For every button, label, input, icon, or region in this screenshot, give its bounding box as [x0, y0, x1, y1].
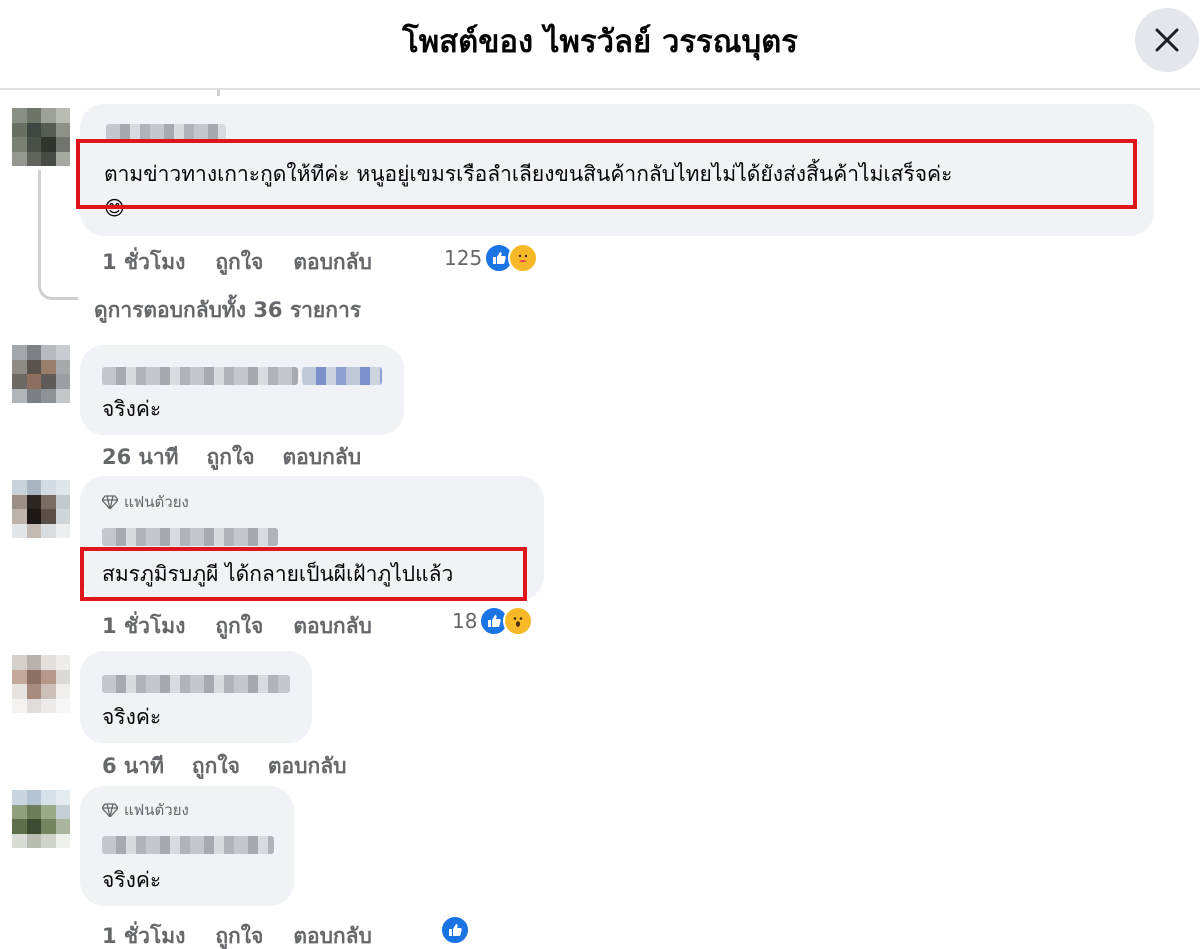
reaction-count: 18 [452, 609, 478, 633]
comment-time[interactable]: 1 ชั่วโมง [102, 920, 185, 949]
comment-text: จริงค่ะ [102, 705, 162, 729]
commenter-name[interactable] [102, 528, 278, 546]
care-icon [508, 243, 539, 273]
commenter-name[interactable] [102, 367, 298, 385]
comment-time[interactable]: 6 นาที [102, 750, 164, 783]
close-button[interactable] [1135, 8, 1199, 72]
like-button[interactable]: ถูกใจ [215, 246, 263, 279]
avatar[interactable] [12, 480, 70, 538]
comment-actions: 1 ชั่วโมง ถูกใจ ตอบกลับ [102, 246, 372, 279]
avatar[interactable] [12, 108, 70, 166]
commenter-name[interactable] [102, 675, 290, 693]
close-icon [1155, 28, 1179, 52]
reaction-summary[interactable] [440, 915, 470, 945]
comment-bubble: แฟนตัวยง จริงค่ะ [80, 786, 294, 906]
comment-actions: 26 นาที ถูกใจ ตอบกลับ [102, 441, 361, 474]
view-replies-link[interactable]: ดูการตอบกลับทั้ง 36 รายการ [94, 294, 361, 327]
like-icon [440, 915, 470, 945]
like-button[interactable]: ถูกใจ [215, 610, 263, 643]
comment-time[interactable]: 1 ชั่วโมง [102, 610, 185, 643]
dialog-title: โพสต์ของ ไพรวัลย์ วรรณบุตร [402, 24, 798, 60]
diamond-icon [102, 495, 118, 509]
reply-button[interactable]: ตอบกลับ [293, 610, 372, 643]
like-button[interactable]: ถูกใจ [215, 920, 263, 949]
comment-bubble: จริงค่ะ [80, 651, 312, 743]
avatar[interactable] [12, 790, 70, 848]
dialog-header: โพสต์ของ ไพรวัลย์ วรรณบุตร [0, 0, 1200, 90]
avatar[interactable] [12, 655, 70, 713]
avatar[interactable] [12, 345, 70, 403]
comment-time[interactable]: 26 นาที [102, 441, 179, 474]
comment-bubble: จริงค่ะ [80, 345, 404, 435]
wow-icon [503, 606, 534, 636]
reaction-summary[interactable]: 18 [452, 606, 534, 636]
like-button[interactable]: ถูกใจ [192, 750, 240, 783]
reply-button[interactable]: ตอบกลับ [283, 441, 362, 474]
comment-text: จริงค่ะ [102, 397, 162, 421]
comment-actions: 1 ชั่วโมง ถูกใจ ตอบกลับ [102, 920, 372, 949]
commenter-name[interactable] [102, 836, 274, 854]
top-fan-badge: แฟนตัวยง [102, 798, 189, 822]
diamond-icon [102, 803, 118, 817]
comment-actions: 1 ชั่วโมง ถูกใจ ตอบกลับ [102, 610, 372, 643]
top-fan-label: แฟนตัวยง [124, 493, 189, 511]
highlight-box [76, 139, 1137, 209]
comment-actions: 6 นาที ถูกใจ ตอบกลับ [102, 750, 346, 783]
reply-button[interactable]: ตอบกลับ [268, 750, 347, 783]
comment-text: จริงค่ะ [102, 868, 162, 892]
tagged-name[interactable] [302, 367, 382, 385]
reply-button[interactable]: ตอบกลับ [293, 920, 372, 949]
top-fan-label: แฟนตัวยง [124, 801, 189, 819]
reaction-summary[interactable]: 125 [444, 243, 539, 273]
thread-connector-top [217, 90, 220, 96]
like-button[interactable]: ถูกใจ [207, 441, 255, 474]
reaction-count: 125 [444, 246, 483, 270]
reply-button[interactable]: ตอบกลับ [293, 246, 372, 279]
top-fan-badge: แฟนตัวยง [102, 490, 189, 514]
thread-connector [38, 170, 78, 300]
highlight-box [80, 547, 527, 601]
comment-time[interactable]: 1 ชั่วโมง [102, 246, 185, 279]
